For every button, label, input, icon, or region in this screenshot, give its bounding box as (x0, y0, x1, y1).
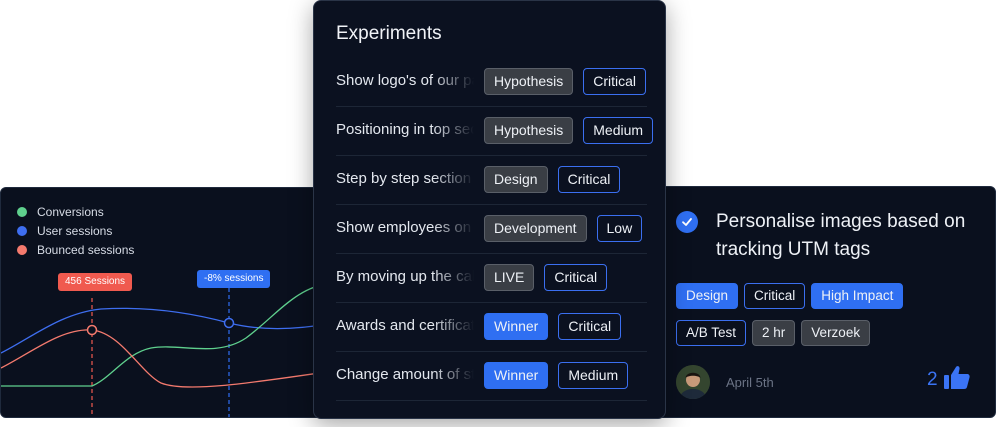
priority-tag[interactable]: Critical (544, 264, 608, 291)
tooltip-sessions: 456 Sessions (58, 273, 133, 291)
card-title: Personalise images based on tracking UTM… (716, 211, 966, 260)
experiment-row[interactable]: Show logo's of our partners Hypothesis C… (336, 58, 647, 107)
legend-item-user-sessions: User sessions (17, 221, 134, 240)
avatar[interactable] (676, 365, 710, 399)
tooltip-change: -8% sessions (197, 270, 271, 288)
legend-item-bounced-sessions: Bounced sessions (17, 240, 134, 259)
point-sessions[interactable] (86, 324, 98, 336)
experiment-tags: Hypothesis Medium (484, 117, 663, 144)
experiment-name: Show logo's of our partners (336, 72, 474, 89)
stage-tag[interactable]: Development (484, 215, 587, 242)
stage-tag[interactable]: Design (484, 166, 548, 193)
tag-design[interactable]: Design (676, 283, 739, 309)
experiments-panel: Experiments Show logo's of our partners … (313, 0, 666, 419)
experiment-name: Awards and certificates (336, 317, 474, 334)
stage-tag[interactable]: Hypothesis (484, 68, 574, 95)
tag-duration[interactable]: 2 hr (752, 320, 796, 346)
stage-tag[interactable]: Winner (484, 362, 549, 389)
experiment-tags: LIVE Critical (484, 264, 617, 291)
priority-tag[interactable]: Critical (557, 166, 621, 193)
experiment-name: Step by step section (336, 170, 472, 187)
chart-legend: Conversions User sessions Bounced sessio… (17, 202, 134, 259)
legend-dot-conversions (17, 206, 27, 217)
thumbs-up-icon[interactable] (943, 365, 971, 391)
legend-label: Bounced sessions (37, 242, 135, 257)
experiment-name: Show employees on page (336, 219, 474, 236)
experiment-row[interactable]: Change amount of steps Winner Medium (336, 352, 647, 401)
priority-tag[interactable]: Critical (558, 313, 622, 340)
experiment-name: Change amount of steps (336, 366, 474, 383)
legend-label: User sessions (37, 223, 113, 238)
experiment-tags: Winner Medium (484, 362, 638, 389)
tag-verzoek[interactable]: Verzoek (801, 320, 871, 346)
tag-ab-test[interactable]: A/B Test (676, 320, 747, 346)
experiment-name: Positioning in top section (336, 121, 474, 138)
tag-high-impact[interactable]: High Impact (811, 283, 904, 309)
series-bounced (1, 329, 331, 388)
experiments-title: Experiments (336, 23, 442, 44)
check-icon[interactable] (676, 211, 698, 233)
series-conversions (1, 282, 331, 387)
series-user-sessions (1, 307, 331, 354)
card-tags-row-1: Design Critical High Impact (676, 283, 909, 309)
sessions-chart-panel: Conversions User sessions Bounced sessio… (0, 187, 332, 418)
legend-item-conversions: Conversions (17, 202, 134, 221)
like-count: 2 (927, 369, 938, 390)
priority-tag[interactable]: Low (596, 215, 643, 242)
priority-tag[interactable]: Critical (583, 68, 647, 95)
priority-tag[interactable]: Medium (558, 362, 629, 389)
experiment-row[interactable]: Awards and certificates Winner Critical (336, 303, 647, 352)
experiment-tags: Winner Critical (484, 313, 631, 340)
experiment-tags: Hypothesis Critical (484, 68, 656, 95)
experiment-row[interactable]: Show employees on page Development Low (336, 205, 647, 254)
stage-tag[interactable]: Winner (484, 313, 549, 340)
experiment-name: By moving up the call to action (336, 268, 474, 285)
point-change[interactable] (223, 317, 235, 329)
experiment-row[interactable]: Positioning in top section Hypothesis Me… (336, 107, 654, 156)
experiment-row[interactable]: Step by step section Design Critical (336, 156, 647, 205)
legend-dot-user-sessions (17, 225, 27, 236)
legend-label: Conversions (37, 204, 104, 219)
tag-critical[interactable]: Critical (744, 283, 806, 309)
card-tags-row-2: A/B Test 2 hr Verzoek (676, 320, 876, 346)
stage-tag[interactable]: Hypothesis (484, 117, 574, 144)
experiment-tags: Development Low (484, 215, 652, 242)
experiment-row[interactable]: By moving up the call to action LIVE Cri… (336, 254, 647, 303)
priority-tag[interactable]: Medium (583, 117, 654, 144)
stage-tag[interactable]: LIVE (484, 264, 535, 291)
legend-dot-bounced-sessions (17, 244, 27, 255)
experiment-tags: Design Critical (484, 166, 630, 193)
card-date: April 5th (726, 375, 774, 390)
